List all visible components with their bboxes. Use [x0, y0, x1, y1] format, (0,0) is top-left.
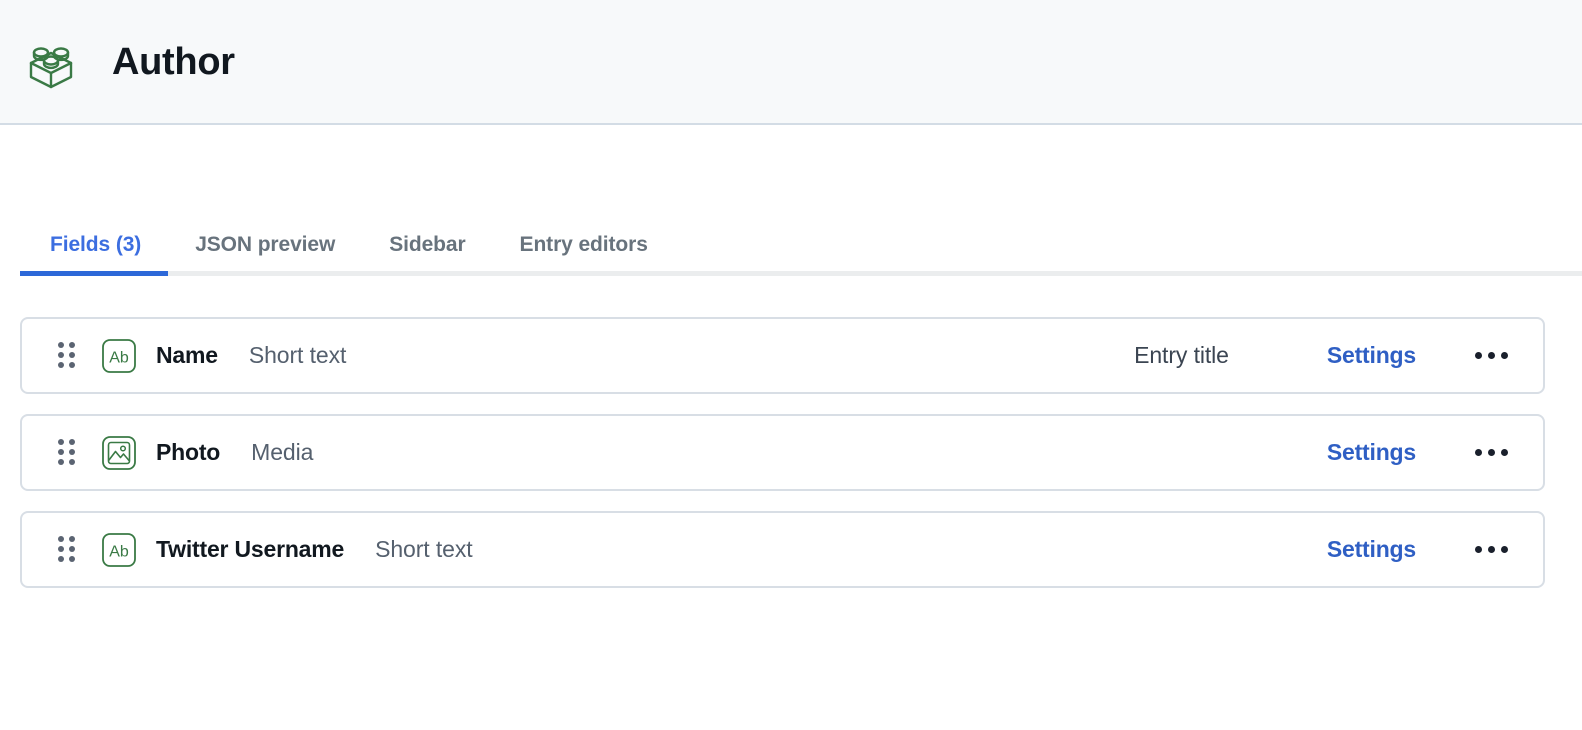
settings-button[interactable]: Settings	[1327, 342, 1416, 369]
kebab-menu-icon[interactable]	[1464, 546, 1518, 553]
table-row[interactable]: Ab Twitter Username Short text Settings	[20, 511, 1545, 588]
settings-button[interactable]: Settings	[1327, 536, 1416, 563]
tab-json-preview-label: JSON preview	[195, 233, 336, 256]
svg-text:Ab: Ab	[109, 543, 129, 560]
field-name: Photo	[156, 439, 221, 465]
field-name: Name	[156, 342, 218, 368]
tab-json-preview[interactable]: JSON preview	[168, 233, 362, 276]
short-text-icon: Ab	[100, 531, 138, 569]
table-row[interactable]: Ab Name Short text Entry title Settings	[20, 317, 1545, 394]
kebab-menu-icon[interactable]	[1464, 352, 1518, 359]
svg-text:Ab: Ab	[109, 349, 129, 366]
tab-fields[interactable]: Fields (3)	[20, 233, 169, 276]
content-type-header: Author	[0, 0, 1582, 125]
tab-entry-editors-label: Entry editors	[519, 233, 648, 256]
media-image-icon	[100, 434, 138, 472]
drag-handle-icon[interactable]	[58, 536, 76, 563]
tab-bar: Fields (3) JSON preview Sidebar Entry ed…	[0, 208, 1582, 276]
table-row[interactable]: Photo Media Settings	[20, 414, 1545, 491]
status-badge: Entry title	[1134, 342, 1229, 368]
page-title: Author	[112, 40, 235, 83]
field-type: Short text	[248, 342, 347, 368]
tab-entry-editors[interactable]: Entry editors	[493, 233, 675, 276]
lego-brick-icon	[20, 31, 82, 93]
field-name: Twitter Username	[156, 536, 345, 562]
short-text-icon: Ab	[100, 337, 138, 375]
field-type: Media	[251, 439, 314, 465]
field-type: Short text	[375, 536, 473, 562]
tab-sidebar[interactable]: Sidebar	[362, 233, 492, 276]
field-list: Ab Name Short text Entry title Settings …	[0, 317, 1582, 588]
tab-fields-label: Fields (3)	[50, 233, 142, 256]
tab-sidebar-label: Sidebar	[389, 233, 466, 256]
drag-handle-icon[interactable]	[58, 342, 76, 369]
drag-handle-icon[interactable]	[58, 439, 76, 466]
settings-button[interactable]: Settings	[1327, 439, 1416, 466]
tab-bar-divider	[20, 271, 1582, 276]
kebab-menu-icon[interactable]	[1464, 449, 1518, 456]
